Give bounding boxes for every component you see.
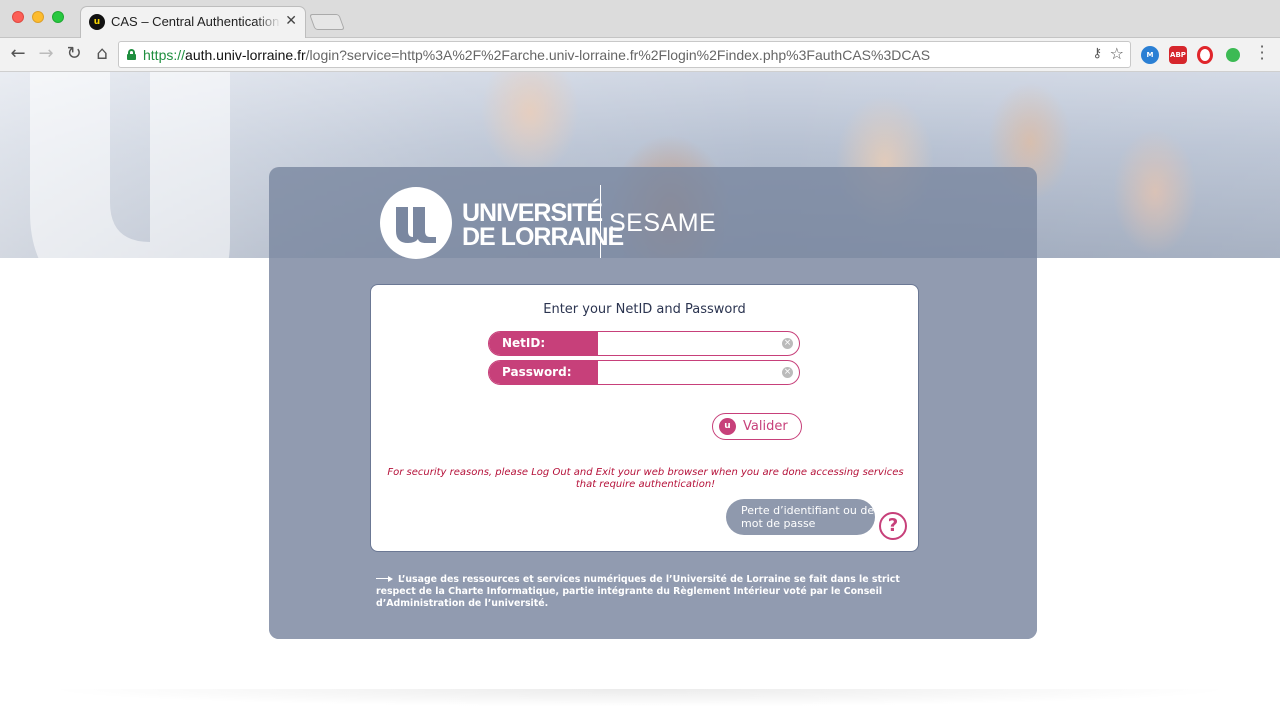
login-title: Enter your NetID and Password [543,302,746,317]
logo-divider [600,185,601,258]
charter-notice: L’usage des ressources et services numér… [376,574,916,610]
lost-credentials-link[interactable]: Perte d’identifiant ou de mot de passe [726,499,875,535]
opera-icon[interactable] [1197,46,1213,64]
tab-title: CAS – Central Authentication Service [111,14,281,29]
key-icon[interactable]: ⚷ [1092,46,1102,61]
ul-logo-icon [380,187,452,259]
address-bar[interactable]: https://auth.univ-lorraine.fr/login?serv… [118,41,1131,68]
valider-button[interactable]: u Valider [712,413,802,440]
lock-icon [127,49,136,60]
ul-favicon-icon: u [89,14,105,30]
reload-icon[interactable]: ↻ [63,43,85,65]
clear-netid-icon[interactable]: × [782,338,793,349]
extension-icon[interactable]: M [1141,46,1159,64]
star-icon[interactable]: ☆ [1110,44,1124,63]
ul-button-icon: u [719,418,736,435]
menu-icon[interactable]: · · · [1257,39,1267,67]
page-content: UNIVERSITÉ DE LORRAINE SESAME Enter your… [0,72,1280,707]
url-scheme: https:// [143,47,186,63]
browser-tab-bar: u CAS – Central Authentication Service ✕ [0,0,1280,38]
university-logo: UNIVERSITÉ DE LORRAINE SESAME [380,185,716,259]
arrow-right-icon [376,576,394,582]
window-zoom-button[interactable] [52,11,64,23]
url-text[interactable]: https://auth.univ-lorraine.fr/login?serv… [143,47,930,63]
home-icon[interactable]: ⌂ [91,43,113,65]
password-field: Password: × [488,360,800,385]
footer-shadow [40,689,1240,707]
window-close-button[interactable] [12,11,24,23]
netid-field: NetID: × [488,331,800,356]
charter-text: L’usage des ressources et services numér… [376,574,900,609]
tab-close-icon[interactable]: ✕ [285,13,297,29]
login-panel: UNIVERSITÉ DE LORRAINE SESAME Enter your… [269,167,1037,639]
valider-label: Valider [743,419,788,434]
help-question-icon[interactable]: ? [879,512,907,540]
evernote-icon[interactable] [1226,48,1240,62]
new-tab-button[interactable] [309,14,345,30]
window-minimize-button[interactable] [32,11,44,23]
adblock-plus-icon[interactable]: ABP [1169,46,1187,64]
netid-input[interactable] [598,332,778,355]
netid-label: NetID: [489,332,598,355]
clear-password-icon[interactable]: × [782,367,793,378]
url-host: auth.univ-lorraine.fr [185,47,306,63]
password-label: Password: [489,361,598,384]
browser-tab-active[interactable]: u CAS – Central Authentication Service ✕ [80,6,306,38]
browser-toolbar: ← → ↻ ⌂ https://auth.univ-lorraine.fr/lo… [0,38,1280,72]
password-input[interactable] [598,361,778,384]
url-path: /login?service=http%3A%2F%2Farche.univ-l… [305,47,931,63]
security-notice: For security reasons, please Log Out and… [387,467,904,490]
app-name: SESAME [609,209,717,237]
back-icon[interactable]: ← [7,43,29,65]
forward-icon[interactable]: → [35,43,57,65]
login-form: Enter your NetID and Password NetID: × P… [370,284,919,552]
